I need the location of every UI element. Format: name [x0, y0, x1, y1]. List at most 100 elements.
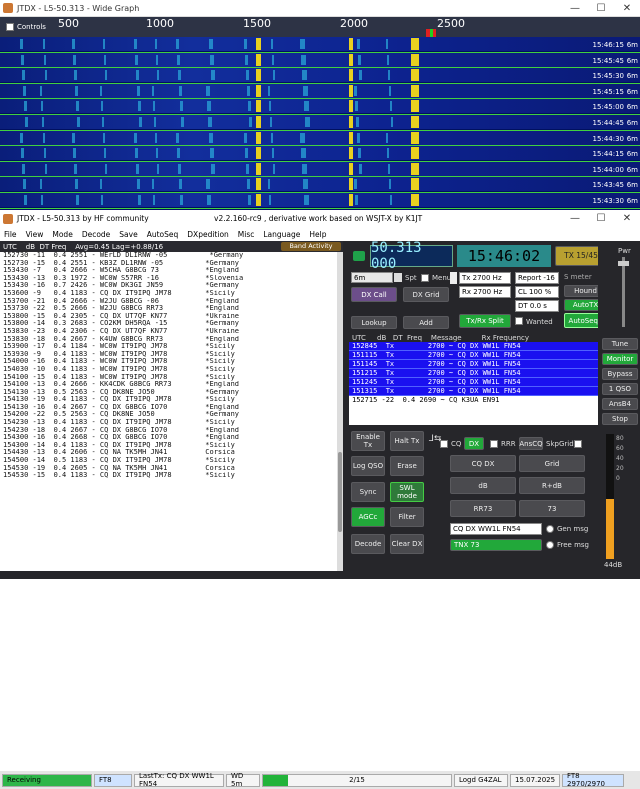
menu-item-misc[interactable]: Misc	[238, 230, 255, 239]
rx-frequency-marker[interactable]	[430, 29, 433, 37]
menu-item-view[interactable]: View	[26, 230, 44, 239]
decode-row[interactable]: 154500 -14 0.5 1183 - CQ DX IT9IPQ JM78 …	[3, 457, 343, 465]
agcc-button[interactable]: AGCc	[351, 507, 385, 527]
filter-button[interactable]: Filter	[390, 507, 424, 527]
decode-row[interactable]: 154100 -13 0.4 2666 - KK4CDK G8BCG RR73 …	[3, 381, 343, 389]
rrr-checkbox[interactable]	[490, 440, 498, 448]
menu-item-dxpedition[interactable]: DXpedition	[187, 230, 229, 239]
menu-item-language[interactable]: Language	[263, 230, 300, 239]
report-spinbox[interactable]: Report -16	[515, 272, 559, 284]
decode-row[interactable]: 154300 -14 0.4 1183 - CQ DX IT9IPQ JM78 …	[3, 442, 343, 450]
dx-grid-button[interactable]: DX Grid	[403, 287, 449, 302]
menu-item-file[interactable]: File	[4, 230, 17, 239]
dt-spinbox[interactable]: DT 0.0 s	[515, 300, 559, 312]
band-select[interactable]: 6m	[351, 272, 393, 283]
decode-row[interactable]: 153430 -7 0.4 2666 - W5CHA G8BCG 73 *Eng…	[3, 267, 343, 275]
scrollbar[interactable]	[337, 252, 343, 571]
list-item[interactable]: 151115 Tx 2700 ~ CQ DX WW1L FN54	[349, 351, 611, 360]
dx-call-button[interactable]: DX Call	[351, 287, 397, 302]
grid-button[interactable]: Grid	[519, 455, 585, 472]
anscq-button[interactable]: AnsCQ	[519, 437, 543, 450]
decode-row[interactable]: 154130 -16 0.4 2667 - CQ DX G8BCG IO70 *…	[3, 404, 343, 412]
stop-button[interactable]: Stop	[602, 413, 638, 425]
cq-dx-button[interactable]: CQ DX	[450, 455, 516, 472]
sync-button[interactable]: Sync	[351, 482, 385, 502]
controls-checkbox[interactable]	[6, 23, 14, 31]
decode-row[interactable]: 154430 -13 0.4 2606 - CQ NA TK5MH JN41 C…	[3, 449, 343, 457]
r-db-button[interactable]: R+dB	[519, 477, 585, 494]
decode-row[interactable]: 153700 -21 0.4 2666 - W2JU G8BCG -06 *En…	[3, 298, 343, 306]
decode-row[interactable]: 153600 -9 0.4 1183 - CQ DX IT9IPQ JM78 *…	[3, 290, 343, 298]
decode-row[interactable]: 154300 -16 0.4 2668 - CQ DX G8BCG IO70 *…	[3, 434, 343, 442]
decode-row[interactable]: 154000 -16 0.4 1183 - WC0W IT9IPQ JM78 *…	[3, 358, 343, 366]
73-button[interactable]: 73	[519, 500, 585, 517]
bypass-button[interactable]: Bypass	[602, 368, 638, 380]
menu-item-help[interactable]: Help	[309, 230, 326, 239]
decode-row[interactable]: 153830 -23 0.4 2306 - CQ DX UT7QF KN77 *…	[3, 328, 343, 336]
list-item[interactable]: 152845 Tx 2700 ~ CQ DX WW1L FN54	[349, 342, 611, 351]
erase-button[interactable]: Erase	[390, 456, 424, 476]
monitor-button[interactable]: Monitor	[602, 353, 638, 365]
list-item[interactable]: 151145 Tx 2700 ~ CQ DX WW1L FN54	[349, 360, 611, 369]
rr73-button[interactable]: RR73	[450, 500, 516, 517]
decode-row[interactable]: 153930 -9 0.4 1183 - WC0W IT9IPQ JM78 *S…	[3, 351, 343, 359]
swl-mode-button[interactable]: SWL mode	[390, 482, 424, 502]
tx-frequency-spinbox[interactable]: Tx 2700 Hz	[459, 272, 511, 284]
decode-row[interactable]: 153430 -16 0.7 2426 - WC0W DK3GI JN59 *G…	[3, 282, 343, 290]
gen-msg-radio[interactable]	[546, 525, 554, 533]
menu-item-save[interactable]: Save	[119, 230, 137, 239]
power-slider-handle[interactable]	[618, 261, 629, 266]
lock-icon[interactable]	[450, 272, 457, 284]
decode-button[interactable]: Decode	[351, 534, 385, 554]
1-qso-button[interactable]: 1 QSO	[602, 383, 638, 395]
list-item[interactable]: 151215 Tx 2700 ~ CQ DX WW1L FN54	[349, 369, 611, 378]
decode-row[interactable]: 153830 -18 0.4 2667 - K4UW G8BCG RR73 *E…	[3, 336, 343, 344]
decode-row[interactable]: 154200 -22 0.5 2563 - CQ DK8NE JO50 *Ger…	[3, 411, 343, 419]
decode-row[interactable]: 153430 -13 0.3 1972 - WC0W S57RR -16 *Sl…	[3, 275, 343, 283]
decode-row[interactable]: 154530 -15 0.4 1183 - CQ DX IT9IPQ JM78 …	[3, 472, 343, 480]
decode-row[interactable]: 154130 -13 0.5 2563 - CQ DK8NE JO50 *Ger…	[3, 389, 343, 397]
menu-item-autoseq[interactable]: AutoSeq	[147, 230, 179, 239]
decode-row[interactable]: 154130 -19 0.4 1183 - CQ DX IT9IPQ JM78 …	[3, 396, 343, 404]
menu-item-decode[interactable]: Decode	[82, 230, 110, 239]
halt-tx-button[interactable]: Halt Tx	[390, 431, 424, 451]
decode-list[interactable]: 152730 -11 0.4 2551 - WErLD DLIRNW -05 *…	[0, 252, 343, 480]
list-item[interactable]: 152715 -22 0.4 2690 ~ CQ K3UA EN91	[349, 396, 611, 405]
frequency-display[interactable]: 50.313 000	[370, 240, 453, 272]
close-icon[interactable]: ✕	[614, 0, 640, 17]
free-msg-radio[interactable]	[546, 541, 554, 549]
minimize-icon[interactable]: —	[562, 210, 588, 227]
decode-row[interactable]: 152730 -15 0.4 2551 - KB3Z DL1RNW -05 *G…	[3, 260, 343, 268]
menu-checkbox[interactable]	[421, 274, 429, 282]
decode-row[interactable]: 153800 -15 0.4 2305 - CQ DX UT7QF KN77 *…	[3, 313, 343, 321]
maximize-icon[interactable]: ☐	[588, 210, 614, 227]
decode-row[interactable]: 154530 -19 0.4 2605 - CQ NA TK5MH JN41 C…	[3, 465, 343, 473]
decode-row[interactable]: 152730 -11 0.4 2551 - WErLD DLIRNW -05 *…	[3, 252, 343, 260]
waterfall-display[interactable]: 15:46:15 6m 15:45:45 6m 15:45:30 6m 15:45:15 6m…	[0, 37, 640, 210]
add-button[interactable]: Add	[403, 316, 449, 329]
cl-spinbox[interactable]: CL 100 %	[515, 286, 559, 298]
decode-row[interactable]: 154030 -10 0.4 1183 - WC0W IT9IPQ JM78 *…	[3, 366, 343, 374]
lookup-button[interactable]: Lookup	[351, 316, 397, 329]
spin-arrows-icon[interactable]	[394, 273, 402, 282]
db-button[interactable]: dB	[450, 477, 516, 494]
power-slider[interactable]	[622, 257, 625, 327]
decode-row[interactable]: 154100 -15 0.4 1183 - WC0W IT9IPQ JM78 *…	[3, 374, 343, 382]
maximize-icon[interactable]: ☐	[588, 0, 614, 17]
enable-tx-button[interactable]: Enable Tx	[351, 431, 385, 451]
decode-row[interactable]: 153730 -22 0.5 2666 - W2JU G8BCG RR73 *E…	[3, 305, 343, 313]
decode-row[interactable]: 154230 -13 0.4 1183 - CQ DX IT9IPQ JM78 …	[3, 419, 343, 427]
tnx-select[interactable]: TNX 73	[450, 539, 542, 551]
decode-row[interactable]: 153900 -17 0.4 1184 - WC0W IT9IPQ JM78 *…	[3, 343, 343, 351]
message-field[interactable]: CQ DX WW1L FN54	[450, 523, 542, 535]
log-qso-button[interactable]: Log QSO	[351, 456, 385, 476]
ansb4-button[interactable]: AnsB4	[602, 398, 638, 410]
rx-frequency-spinbox[interactable]: Rx 2700 Hz	[459, 286, 511, 298]
list-item[interactable]: 151315 Tx 2700 ~ CQ DX WW1L FN54	[349, 387, 611, 396]
tx-rx-split-button[interactable]: Tx/Rx Split	[459, 314, 511, 328]
list-item[interactable]: 151245 Tx 2700 ~ CQ DX WW1L FN54	[349, 378, 611, 387]
dx-button[interactable]: DX	[464, 437, 484, 450]
clear-dx-button[interactable]: Clear DX	[390, 534, 424, 554]
minimize-icon[interactable]: —	[562, 0, 588, 17]
decode-row[interactable]: 154230 -18 0.4 2667 - CQ DX G8BCG IO70 *…	[3, 427, 343, 435]
